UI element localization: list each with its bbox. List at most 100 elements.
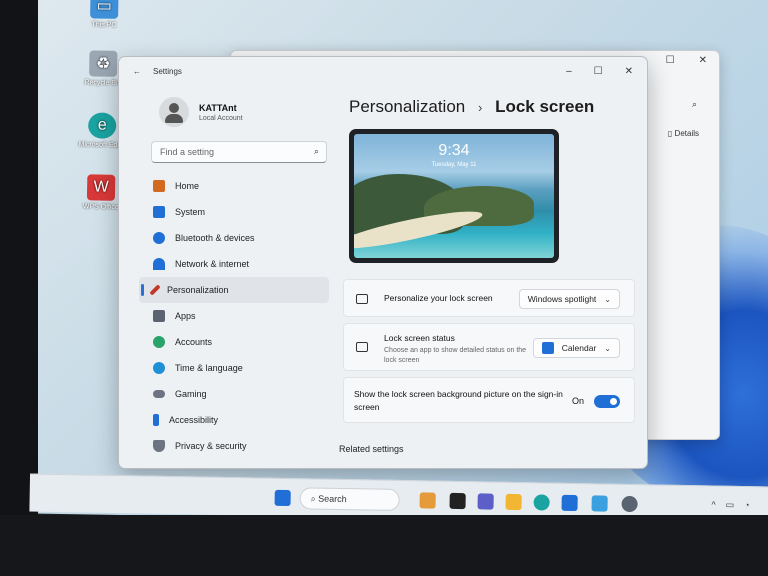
sidebar-item-home[interactable]: Home bbox=[139, 173, 329, 199]
details-button[interactable]: ▯ Details bbox=[668, 129, 699, 138]
system-icon bbox=[153, 206, 165, 218]
card-title: Lock screen status bbox=[384, 333, 455, 343]
sidebar-item-network[interactable]: Network & internet bbox=[139, 251, 329, 277]
chevron-down-icon: ⌄ bbox=[604, 343, 611, 353]
search-icon: ⌕ bbox=[313, 146, 319, 156]
card-title: Personalize your lock screen bbox=[384, 293, 493, 303]
preview-date: Tuesday, May 11 bbox=[431, 162, 477, 168]
store-icon[interactable] bbox=[561, 494, 578, 512]
sidebar-nav: Home System Bluetooth & devices Network … bbox=[139, 173, 329, 459]
chevron-up-icon[interactable]: ^ bbox=[711, 499, 715, 510]
window-controls: – ☐ ✕ bbox=[566, 66, 647, 77]
bluetooth-icon bbox=[153, 232, 165, 244]
desktop-icon-label: WPS Office bbox=[82, 203, 119, 211]
maximize-icon[interactable]: ☐ bbox=[594, 66, 603, 77]
back-arrow-icon[interactable]: ← bbox=[133, 67, 141, 76]
sidebar-item-privacy[interactable]: Privacy & security bbox=[139, 433, 329, 459]
start-icon[interactable] bbox=[274, 489, 291, 507]
desktop-icon-label: This PC bbox=[91, 21, 117, 29]
accessibility-icon bbox=[153, 414, 159, 426]
breadcrumb: Personalization › Lock screen bbox=[349, 97, 594, 117]
desktop-icon-label: Recycle Bin bbox=[84, 79, 122, 87]
sidebar-item-gaming[interactable]: Gaming bbox=[139, 381, 329, 407]
sidebar-item-label: Accounts bbox=[175, 337, 213, 347]
window-title: Settings bbox=[153, 66, 182, 76]
card-title: Show the lock screen background picture … bbox=[354, 389, 563, 412]
brush-icon bbox=[149, 284, 161, 296]
close-icon[interactable]: ✕ bbox=[699, 55, 707, 66]
close-icon[interactable]: ✕ bbox=[625, 66, 633, 77]
personalize-lock-screen-card[interactable]: Personalize your lock screen Windows spo… bbox=[343, 279, 635, 317]
status-dropdown[interactable]: Calendar ⌄ bbox=[532, 338, 620, 358]
preview-image: 9:34 Tuesday, May 11 bbox=[354, 134, 554, 258]
sidebar-item-label: Bluetooth & devices bbox=[175, 233, 255, 243]
account-type: Local Account bbox=[199, 114, 243, 122]
taskbar-search[interactable]: ⌕ Search bbox=[299, 487, 400, 511]
accounts-icon bbox=[153, 336, 165, 348]
user-profile[interactable]: KATTAnt Local Account bbox=[159, 97, 243, 127]
sidebar-item-label: Apps bbox=[175, 311, 196, 321]
search-placeholder: Find a setting bbox=[160, 147, 215, 157]
page-title: Lock screen bbox=[495, 97, 595, 116]
sidebar-item-label: Network & internet bbox=[175, 259, 250, 269]
monitor-bezel-bottom bbox=[0, 515, 768, 576]
wifi-icon bbox=[153, 258, 165, 270]
desktop-icon-this-pc[interactable]: ▭ This PC bbox=[79, 0, 130, 29]
sidebar-item-label: Accessibility bbox=[169, 415, 219, 425]
maximize-icon[interactable]: ☐ bbox=[666, 55, 675, 66]
task-view-icon[interactable] bbox=[449, 492, 466, 510]
lock-screen-icon bbox=[356, 294, 368, 304]
search-input[interactable]: Find a setting ⌕ bbox=[151, 141, 327, 163]
sidebar-item-personalization[interactable]: Personalization bbox=[139, 277, 329, 303]
personalize-dropdown[interactable]: Windows spotlight ⌄ bbox=[518, 289, 620, 309]
minimize-icon[interactable]: – bbox=[566, 66, 572, 77]
lock-screen-preview: 9:34 Tuesday, May 11 bbox=[349, 129, 559, 263]
sidebar-item-bluetooth[interactable]: Bluetooth & devices bbox=[139, 225, 329, 251]
sidebar-item-label: Gaming bbox=[175, 389, 207, 399]
breadcrumb-parent[interactable]: Personalization bbox=[349, 97, 465, 116]
dropdown-value: Calendar bbox=[561, 343, 597, 353]
keyboard-icon[interactable]: ▭ bbox=[726, 500, 735, 511]
sidebar-item-label: Home bbox=[175, 181, 200, 191]
dropdown-value: Windows spotlight bbox=[527, 294, 597, 304]
details-icon: ▯ bbox=[667, 129, 673, 138]
wifi-icon[interactable]: ◔ bbox=[744, 500, 750, 511]
home-icon bbox=[153, 180, 165, 192]
taskbar-search-label: Search bbox=[318, 493, 347, 505]
sidebar-item-label: Personalization bbox=[167, 285, 229, 295]
wps-icon[interactable] bbox=[591, 495, 608, 512]
sidebar-item-apps[interactable]: Apps bbox=[139, 303, 329, 329]
avatar bbox=[159, 97, 189, 127]
card-description: Choose an app to show detailed status on… bbox=[384, 347, 527, 364]
gamepad-icon bbox=[153, 390, 165, 398]
recycle-bin-icon: ♻ bbox=[89, 50, 118, 77]
file-explorer-icon[interactable] bbox=[505, 493, 522, 511]
globe-icon bbox=[153, 362, 165, 374]
sidebar-item-accounts[interactable]: Accounts bbox=[139, 329, 329, 355]
teams-icon[interactable] bbox=[477, 493, 494, 510]
sign-in-background-card[interactable]: Show the lock screen background picture … bbox=[343, 377, 635, 423]
sidebar-item-accessibility[interactable]: Accessibility bbox=[139, 407, 329, 433]
wps-office-icon: W bbox=[86, 174, 116, 201]
details-label: Details bbox=[674, 129, 699, 138]
lock-screen-status-card[interactable]: Lock screen status Choose an app to show… bbox=[343, 323, 635, 371]
related-settings-heading: Related settings bbox=[339, 444, 404, 454]
sidebar-item-system[interactable]: System bbox=[139, 199, 329, 225]
chevron-right-icon: › bbox=[477, 100, 483, 115]
user-name: KATTAnt bbox=[199, 102, 237, 113]
widgets-icon[interactable] bbox=[419, 492, 436, 509]
calendar-icon bbox=[541, 342, 554, 354]
sidebar-item-label: System bbox=[175, 207, 206, 217]
monitor-icon: ▭ bbox=[90, 0, 119, 19]
system-tray: ^ ▭ ◔ bbox=[711, 499, 749, 511]
search-icon[interactable]: ⌕ bbox=[692, 99, 697, 110]
shield-icon bbox=[153, 440, 165, 452]
sidebar-item-time-language[interactable]: Time & language bbox=[139, 355, 329, 381]
sign-in-background-toggle[interactable] bbox=[594, 395, 620, 408]
sidebar-item-label: Privacy & security bbox=[175, 441, 247, 451]
settings-window: ← Settings – ☐ ✕ KATTAnt Local Account F… bbox=[118, 56, 648, 469]
settings-gear-icon[interactable] bbox=[621, 495, 638, 513]
edge-icon[interactable] bbox=[533, 494, 550, 511]
title-bar: ← Settings – ☐ ✕ bbox=[119, 57, 647, 85]
preview-time: 9:34 bbox=[438, 142, 470, 159]
